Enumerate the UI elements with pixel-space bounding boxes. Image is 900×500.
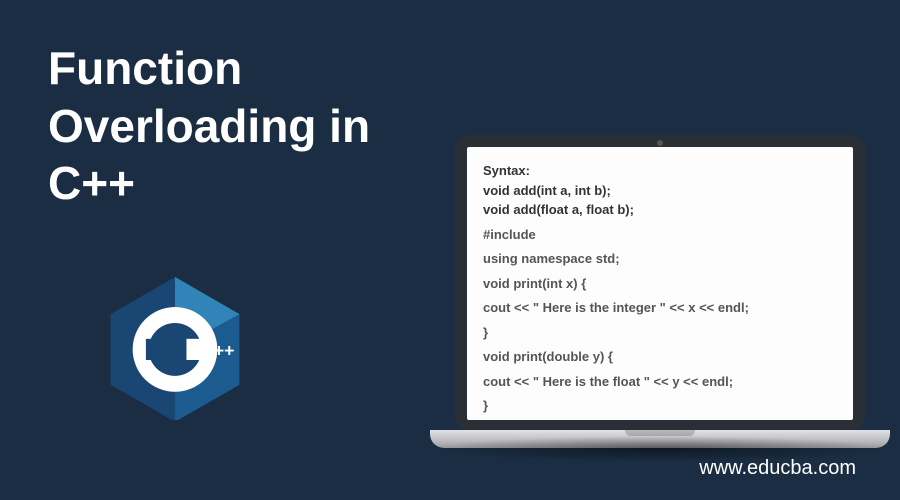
code-line: } xyxy=(483,323,837,343)
code-line: void add(int a, int b); xyxy=(483,181,837,201)
laptop-camera xyxy=(657,140,663,146)
code-line: } xyxy=(483,396,837,416)
syntax-header: Syntax: xyxy=(483,161,837,181)
page-title: Function Overloading in C++ xyxy=(48,40,468,213)
code-line: void print(int x) { xyxy=(483,274,837,294)
laptop-screen-frame: Syntax: void add(int a, int b); void add… xyxy=(455,135,865,430)
laptop-illustration: Syntax: void add(int a, int b); void add… xyxy=(455,135,865,448)
code-line: cout << " Here is the float " << y << en… xyxy=(483,372,837,392)
code-line: void add(float a, float b); xyxy=(483,200,837,220)
svg-text:++: ++ xyxy=(214,340,235,360)
cpp-logo: ++ xyxy=(100,270,250,420)
code-line: #include xyxy=(483,225,837,245)
footer-url: www.educba.com xyxy=(699,457,856,480)
code-line: void print(double y) { xyxy=(483,347,837,367)
code-line: using namespace std; xyxy=(483,249,837,269)
code-screen: Syntax: void add(int a, int b); void add… xyxy=(467,147,853,420)
code-line: cout << " Here is the integer " << x << … xyxy=(483,298,837,318)
